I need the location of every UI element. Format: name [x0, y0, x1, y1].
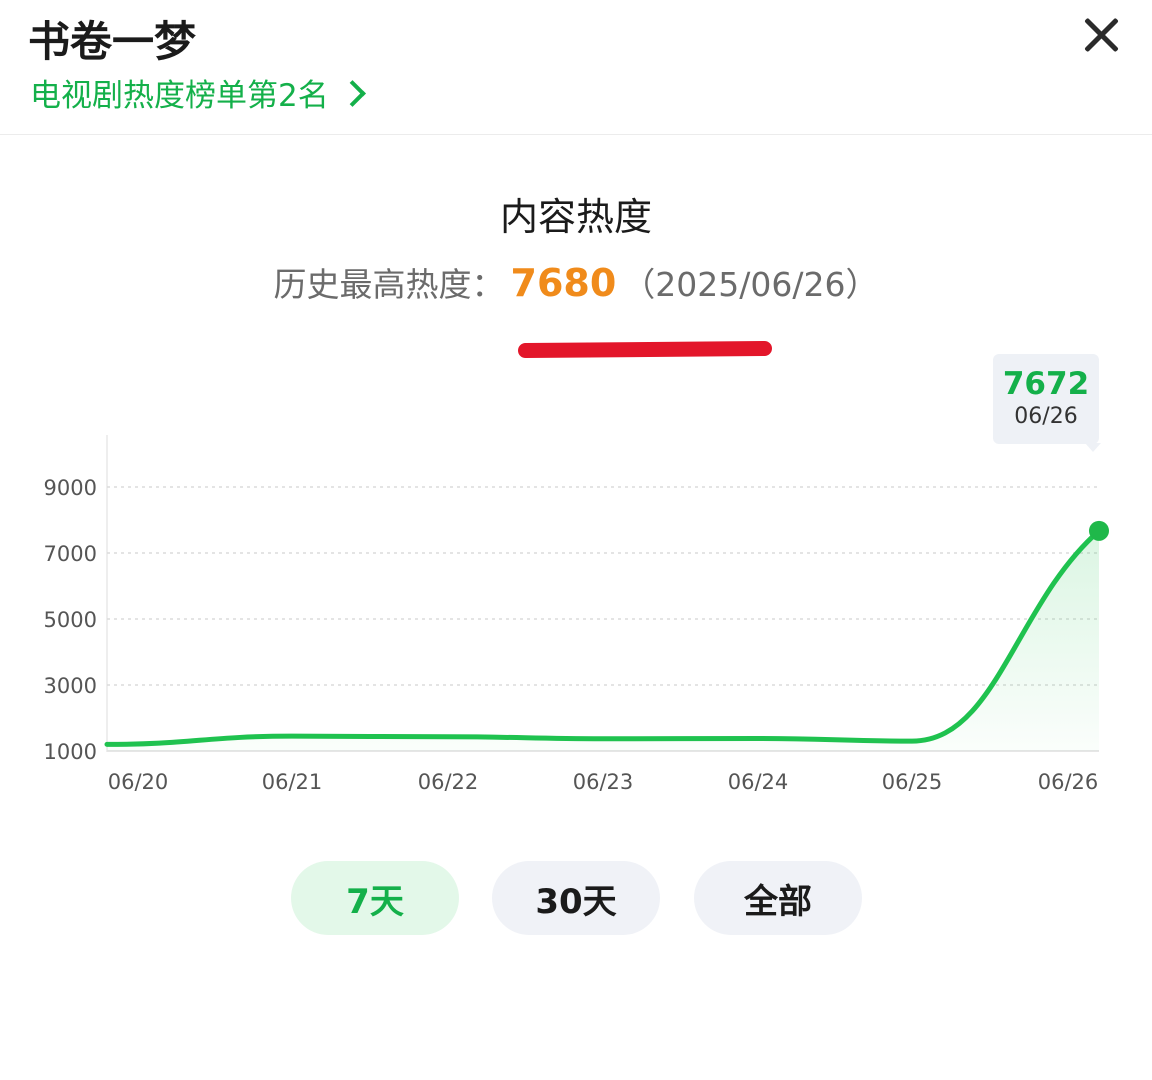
chart-tooltip: 7672 06/26: [993, 354, 1101, 452]
y-tick-label: 1000: [44, 740, 97, 764]
peak-heat-label: 历史最高热度：: [273, 265, 505, 304]
time-range-selector: 7天 30天 全部: [0, 861, 1152, 935]
series-points: [1089, 520, 1109, 541]
ranking-link-label: 电视剧热度榜单第2名: [30, 78, 329, 114]
latest-data-point[interactable]: [1089, 520, 1109, 541]
series-line: [104, 528, 1102, 747]
y-tick-label: 7000: [44, 542, 97, 566]
popup-header: 书卷一梦 电视剧热度榜单第2名: [0, 0, 1152, 135]
x-tick-label: 06/24: [728, 770, 789, 794]
peak-heat-row: 历史最高热度： 7680 （2025/06/26）: [0, 258, 1152, 306]
peak-heat-date: （2025/06/26）: [622, 265, 879, 304]
chevron-right-icon: [338, 80, 366, 107]
ranking-link[interactable]: 电视剧热度榜单第2名: [30, 70, 366, 115]
section-title: 内容热度: [499, 195, 652, 239]
y-tick-label: 9000: [44, 476, 97, 500]
x-tick-label: 06/20: [108, 770, 169, 794]
range-30-days-button[interactable]: 30天: [492, 861, 660, 935]
y-tick-label: 5000: [44, 608, 97, 632]
tooltip-value: 7672: [1002, 366, 1090, 402]
peak-heat-value: 7680: [510, 261, 617, 305]
heat-chart: 90007000500030001000 06/20 06/21 06/22 06/2…: [44, 435, 1109, 794]
heat-popup: 书卷一梦 电视剧热度榜单第2名 内容热度 历史最高热度： 7680 （2025/06…: [0, 0, 1152, 1080]
x-tick-label: 06/22: [418, 770, 479, 794]
chart-grid: [107, 486, 1099, 752]
x-tick-label: 06/26: [1038, 770, 1099, 794]
x-tick-label: 06/21: [262, 770, 323, 794]
y-axis: 9000 7000 5000 3000 1000: [44, 476, 97, 764]
series-area: [107, 530, 1099, 751]
x-tick-label: 06/23: [573, 770, 634, 794]
y-tick-label: 3000: [44, 674, 97, 698]
tooltip-date: 06/26: [1014, 404, 1078, 429]
x-axis: 06/20 06/21 06/22 06/23 06/24 06/25 06/26: [108, 770, 1099, 794]
drama-title: 书卷一梦: [28, 17, 197, 66]
range-7-days-button[interactable]: 7天: [291, 861, 459, 935]
x-tick-label: 06/25: [882, 770, 943, 794]
close-icon[interactable]: [1078, 12, 1124, 58]
range-all-button[interactable]: 全部: [694, 861, 862, 935]
